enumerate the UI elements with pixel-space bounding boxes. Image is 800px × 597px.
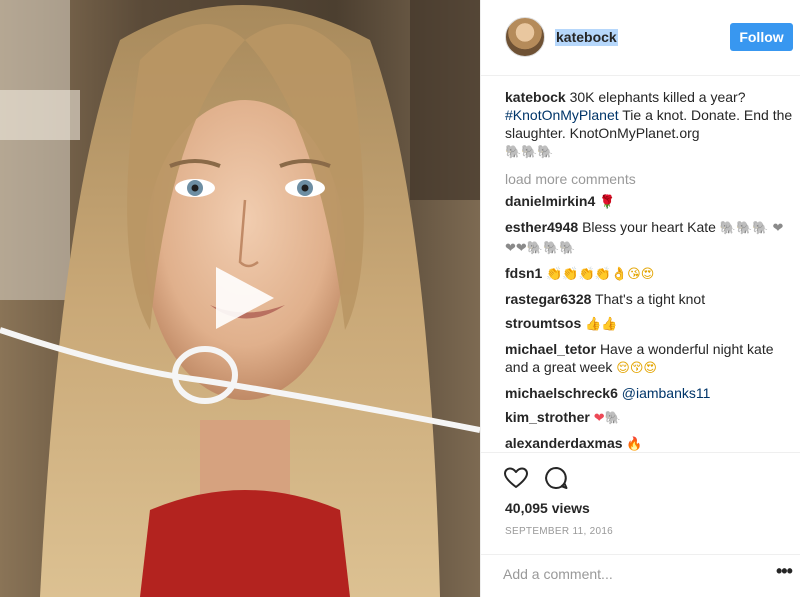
caption-hashtag[interactable]: #KnotOnMyPlanet — [505, 107, 619, 123]
post-caption: katebock 30K elephants killed a year? #K… — [505, 88, 793, 162]
play-button[interactable] — [208, 263, 278, 333]
comment-emoji: 😌😚😍 — [616, 361, 657, 376]
play-icon — [216, 267, 274, 329]
comment-item: fdsn1 👏👏👏👏👌😘😍 — [505, 264, 793, 284]
post-author-username[interactable]: katebock — [555, 29, 618, 46]
post-actions: 40,095 views September 11, 2016 ••• — [481, 452, 800, 594]
post-details-panel: katebock Follow katebock 30K elephants k… — [480, 0, 800, 597]
follow-button[interactable]: Follow — [730, 23, 793, 51]
comment-emoji: 👏👏👏👏👌😘😍 — [546, 267, 655, 282]
views-count[interactable]: 40,095 views — [505, 500, 590, 516]
comment-item: rastegar6328 That's a tight knot — [505, 290, 793, 308]
post-header: katebock Follow — [481, 0, 800, 76]
add-comment-bar: ••• — [481, 554, 800, 595]
comment-emoji: ❤🐘 — [593, 411, 621, 426]
comments-list[interactable]: katebock 30K elephants killed a year? #K… — [505, 88, 793, 452]
comment-input[interactable] — [503, 563, 743, 585]
post-video[interactable] — [0, 0, 480, 597]
comment-item: esther4948 Bless your heart Kate 🐘🐘🐘 ❤❤❤… — [505, 218, 793, 258]
comment-username[interactable]: kim_strother — [505, 409, 590, 425]
comment-item: alexanderdaxmas 🔥 — [505, 434, 793, 452]
comment-username[interactable]: michael_tetor — [505, 341, 596, 357]
comment-icon — [545, 467, 568, 489]
comment-username[interactable]: rastegar6328 — [505, 291, 591, 307]
comment-emoji: 👍👍 — [585, 317, 618, 332]
comment-item: danielmirkin4 🌹 — [505, 192, 793, 212]
comment-emoji: 🔥 — [626, 437, 643, 452]
load-more-comments-link[interactable]: load more comments — [505, 170, 793, 188]
comment-username[interactable]: danielmirkin4 — [505, 193, 595, 209]
comment-text: That's a tight knot — [595, 291, 706, 307]
comment-item: stroumtsos 👍👍 — [505, 314, 793, 334]
comment-button[interactable] — [543, 465, 569, 491]
comment-text: Bless your heart Kate — [582, 219, 716, 235]
comment-username[interactable]: fdsn1 — [505, 265, 542, 281]
comment-username[interactable]: stroumtsos — [505, 315, 581, 331]
caption-emoji: 🐘🐘🐘 — [505, 145, 554, 160]
post-date[interactable]: September 11, 2016 — [505, 526, 613, 537]
caption-username[interactable]: katebock — [505, 89, 566, 105]
avatar[interactable] — [505, 17, 545, 57]
caption-text: 30K elephants killed a year? — [569, 89, 746, 105]
comment-username[interactable]: esther4948 — [505, 219, 578, 235]
comment-item: michael_tetor Have a wonderful night kat… — [505, 340, 793, 378]
comment-item: michaelschreck6 @iambanks11 — [505, 384, 793, 402]
comment-username[interactable]: alexanderdaxmas — [505, 435, 623, 451]
comment-mention[interactable]: @iambanks11 — [622, 385, 711, 401]
like-button[interactable] — [503, 465, 529, 491]
comment-item: kim_strother ❤🐘 — [505, 408, 793, 428]
comment-username[interactable]: michaelschreck6 — [505, 385, 618, 401]
more-options-button[interactable]: ••• — [776, 561, 793, 582]
heart-icon — [504, 467, 528, 488]
comment-emoji: 🌹 — [599, 195, 616, 210]
